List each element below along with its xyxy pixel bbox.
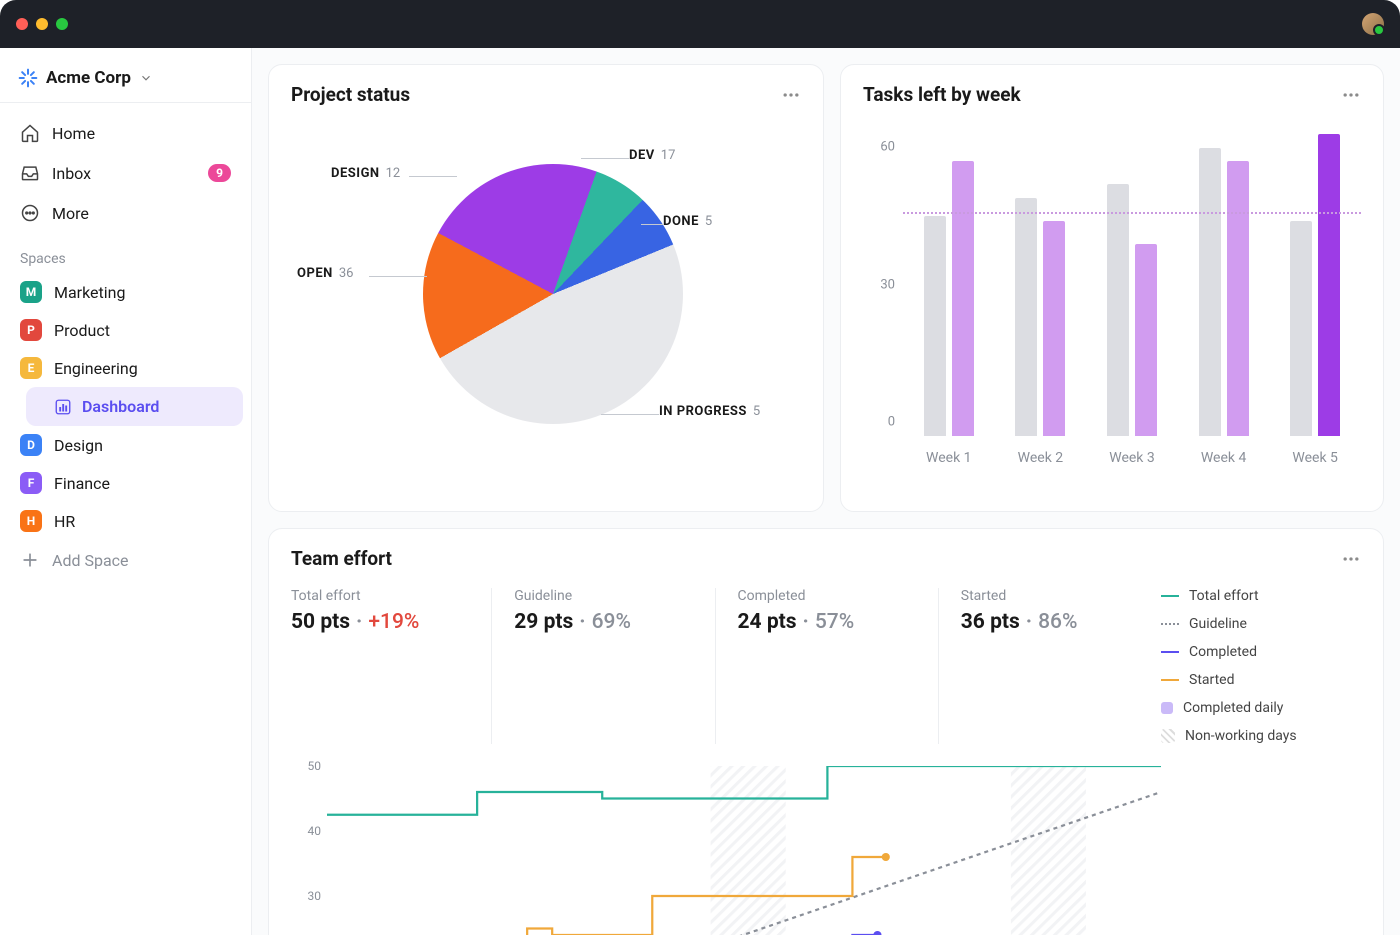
bar xyxy=(1107,184,1129,436)
nav-home[interactable]: Home xyxy=(8,113,243,153)
nav-more[interactable]: More xyxy=(8,193,243,233)
kpi: Started36 pts·86% xyxy=(938,588,1161,744)
maximize-window[interactable] xyxy=(56,18,68,30)
space-hr[interactable]: H HR xyxy=(8,502,243,540)
titlebar xyxy=(0,0,1400,48)
pie-label: DESIGN12 xyxy=(331,166,400,181)
dashboard-icon xyxy=(54,398,72,416)
space-label: Engineering xyxy=(54,359,138,378)
bar xyxy=(1015,198,1037,436)
card-tasks-by-week: Tasks left by week 03060 Week 1Week 2Wee… xyxy=(840,64,1384,512)
space-badge: M xyxy=(20,281,42,303)
legend-nonwork: Non-working days xyxy=(1161,728,1361,744)
bar xyxy=(1199,148,1221,436)
bar xyxy=(1290,221,1312,436)
space-label: HR xyxy=(54,512,75,531)
pie-label: IN PROGRESS5 xyxy=(659,404,760,419)
plus-icon xyxy=(20,550,40,570)
chevron-down-icon xyxy=(139,71,153,85)
card-menu-icon[interactable] xyxy=(781,85,801,105)
space-badge: F xyxy=(20,472,42,494)
subnav-dashboard[interactable]: Dashboard xyxy=(26,387,243,426)
legend-completed: Completed xyxy=(1161,644,1361,660)
x-label: Week 4 xyxy=(1178,450,1270,466)
space-label: Product xyxy=(54,321,110,340)
pie-label: DONE5 xyxy=(663,214,712,229)
workspace-name: Acme Corp xyxy=(46,68,131,88)
space-label: Finance xyxy=(54,474,110,493)
space-product[interactable]: P Product xyxy=(8,311,243,349)
nav-label: Home xyxy=(52,124,95,143)
nav-label: Inbox xyxy=(52,164,91,183)
x-label: Week 1 xyxy=(903,450,995,466)
kpi: Completed24 pts·57% xyxy=(715,588,938,744)
bar xyxy=(1318,134,1340,436)
card-menu-icon[interactable] xyxy=(1341,549,1361,569)
space-badge: D xyxy=(20,434,42,456)
x-label: Week 2 xyxy=(995,450,1087,466)
space-badge: H xyxy=(20,510,42,532)
pie-chart: DEV17 DONE5 IN PROGRESS5 OPEN36 DESIGN12 xyxy=(291,106,801,466)
subnav-label: Dashboard xyxy=(82,397,159,416)
x-label: Week 5 xyxy=(1269,450,1361,466)
line-chart: 20304050 xyxy=(291,766,1361,935)
nav-inbox[interactable]: Inbox 9 xyxy=(8,153,243,193)
bar xyxy=(1043,221,1065,436)
window-controls xyxy=(16,18,68,30)
pie-label: OPEN36 xyxy=(297,266,353,281)
kpi: Guideline29 pts·69% xyxy=(491,588,714,744)
nav-label: More xyxy=(52,204,89,223)
inbox-badge: 9 xyxy=(208,164,231,182)
close-window[interactable] xyxy=(16,18,28,30)
space-badge: P xyxy=(20,319,42,341)
legend-daily: Completed daily xyxy=(1161,700,1361,716)
bar xyxy=(924,216,946,436)
x-label: Week 3 xyxy=(1086,450,1178,466)
bar xyxy=(1227,161,1249,436)
bar xyxy=(1135,244,1157,436)
workspace-logo-icon xyxy=(18,68,38,88)
card-menu-icon[interactable] xyxy=(1341,85,1361,105)
card-team-effort: Team effort Total effort50 pts·+19%Guide… xyxy=(268,528,1384,935)
kpi: Total effort50 pts·+19% xyxy=(291,588,491,744)
space-engineering[interactable]: E Engineering xyxy=(8,349,243,387)
divider xyxy=(0,102,251,103)
more-icon xyxy=(20,203,40,223)
home-icon xyxy=(20,123,40,143)
spaces-heading: Spaces xyxy=(8,233,243,273)
inbox-icon xyxy=(20,163,40,183)
sidebar: Acme Corp Home Inbox 9 More Spaces M Mark… xyxy=(0,48,252,935)
bar-chart: 03060 Week 1Week 2Week 3Week 4Week 5 xyxy=(863,120,1361,480)
space-finance[interactable]: F Finance xyxy=(8,464,243,502)
space-marketing[interactable]: M Marketing xyxy=(8,273,243,311)
space-label: Design xyxy=(54,436,103,455)
card-title: Team effort xyxy=(291,547,392,570)
space-badge: E xyxy=(20,357,42,379)
card-title: Tasks left by week xyxy=(863,83,1021,106)
bar xyxy=(952,161,974,436)
add-space-button[interactable]: Add Space xyxy=(8,540,243,580)
add-space-label: Add Space xyxy=(52,551,129,570)
legend-total: Total effort xyxy=(1161,588,1361,604)
legend: Total effort Guideline Completed Started… xyxy=(1161,588,1361,744)
space-label: Marketing xyxy=(54,283,125,302)
minimize-window[interactable] xyxy=(36,18,48,30)
workspace-switcher[interactable]: Acme Corp xyxy=(8,60,243,96)
legend-guideline: Guideline xyxy=(1161,616,1361,632)
avatar[interactable] xyxy=(1362,13,1384,35)
main-content: Project status DEV17 DONE5 IN PROGRESS5 OPE… xyxy=(252,48,1400,935)
card-project-status: Project status DEV17 DONE5 IN PROGRESS5 OPE… xyxy=(268,64,824,512)
pie-label: DEV17 xyxy=(629,148,675,163)
legend-started: Started xyxy=(1161,672,1361,688)
space-design[interactable]: D Design xyxy=(8,426,243,464)
card-title: Project status xyxy=(291,83,410,106)
